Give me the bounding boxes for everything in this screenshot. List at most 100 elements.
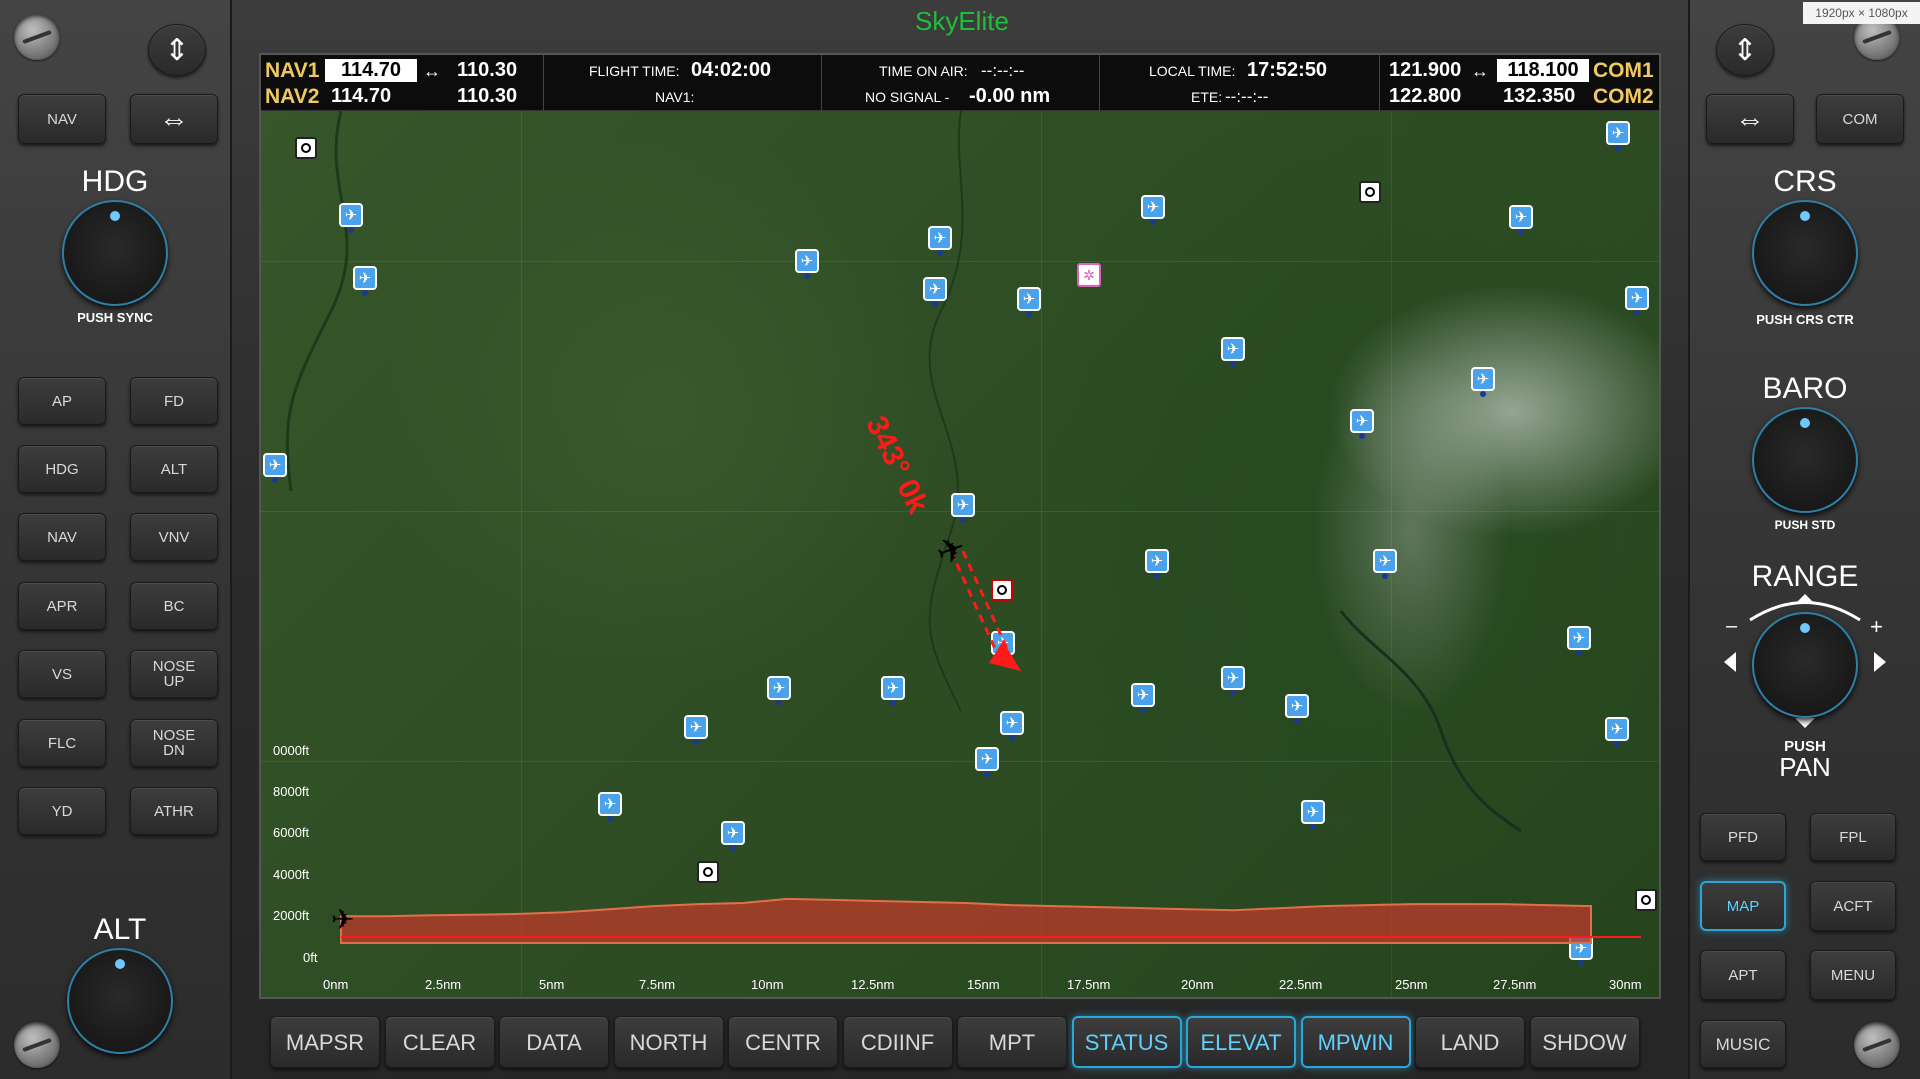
softkey-status-button[interactable]: STATUS xyxy=(1071,1016,1182,1068)
elev-x-label: 0nm xyxy=(323,977,349,992)
airport-icon[interactable]: ✈ xyxy=(1221,337,1245,367)
mfd-screen: NAV1 114.70 ↔ 110.30 NAV2 114.70 110.30 … xyxy=(259,53,1661,999)
softkey-land-button[interactable]: LAND xyxy=(1415,1016,1525,1068)
map-button[interactable]: MAP xyxy=(1700,881,1786,931)
airport-icon[interactable]: ✈ xyxy=(923,277,947,307)
bc-button[interactable]: BC xyxy=(130,582,218,630)
elev-y-label: 4000ft xyxy=(273,867,310,882)
moving-map[interactable]: ✈ ✈ ✈ ✈ ✈ ✈ ✈ ✈ ✈ ✈ ✈ ✈ ✈ ✈ ✈ ✈ ✈ ✈ ✈ ✈ … xyxy=(261,111,1659,997)
softkey-clear-button[interactable]: CLEAR xyxy=(384,1016,495,1068)
airport-icon[interactable]: ✈ xyxy=(881,676,905,706)
airport-icon[interactable]: ✈ xyxy=(1221,666,1245,696)
pfd-button[interactable]: PFD xyxy=(1700,813,1786,861)
yd-button[interactable]: YD xyxy=(18,787,106,835)
com-swap-button[interactable]: ⇔ xyxy=(1706,94,1794,144)
com-vertical-swap-button[interactable]: ⇕ xyxy=(1716,24,1774,76)
softkey-data-button[interactable]: DATA xyxy=(499,1016,609,1068)
com1-active-freq[interactable]: 118.100 xyxy=(1497,59,1589,82)
range-title: RANGE xyxy=(1751,560,1859,593)
airport-icon[interactable]: ✈ xyxy=(1350,409,1374,439)
athr-button[interactable]: ATHR xyxy=(130,787,218,835)
elev-x-label: 7.5nm xyxy=(639,977,676,992)
nav2-standby-freq[interactable]: 110.30 xyxy=(457,85,517,108)
vnv-button[interactable]: VNV xyxy=(130,513,218,561)
baro-push-label: PUSH STD xyxy=(1774,518,1836,532)
airport-icon[interactable]: ✈ xyxy=(263,453,287,483)
softkey-label: MPT xyxy=(988,1029,1036,1055)
hdg-knob[interactable] xyxy=(62,200,168,306)
crs-knob[interactable] xyxy=(1752,200,1858,306)
airport-icon[interactable]: ✈ xyxy=(1471,367,1495,397)
airport-icon[interactable]: ✈ xyxy=(795,249,819,279)
fpl-button[interactable]: FPL xyxy=(1810,813,1896,861)
fd-button[interactable]: FD xyxy=(130,377,218,425)
elev-x-label: 2.5nm xyxy=(425,977,462,992)
nav2-active-freq[interactable]: 114.70 xyxy=(331,85,391,108)
flc-button[interactable]: FLC xyxy=(18,719,106,767)
airport-icon[interactable]: ✈ xyxy=(1509,205,1533,235)
elev-y-label: 0ft xyxy=(303,950,318,965)
softkey-north-button[interactable]: NORTH xyxy=(613,1016,724,1068)
softkey-label: MAPSR xyxy=(285,1029,365,1055)
nav-button[interactable]: NAV xyxy=(18,94,106,144)
menu-button[interactable]: MENU xyxy=(1810,950,1896,1000)
ndb-icon[interactable]: ✲ xyxy=(1077,263,1101,287)
airport-icon[interactable]: ✈ xyxy=(1017,287,1041,317)
crs-push-label: PUSH CRS CTR xyxy=(1756,312,1854,327)
ap-button[interactable]: AP xyxy=(18,377,106,425)
com1-label: COM1 xyxy=(1593,59,1654,82)
airport-icon[interactable]: ✈ xyxy=(1145,549,1169,579)
alt-knob[interactable] xyxy=(67,948,173,1054)
music-button[interactable]: MUSIC xyxy=(1700,1020,1786,1068)
com-button[interactable]: COM xyxy=(1816,94,1904,144)
vor-icon[interactable] xyxy=(295,137,317,159)
softkey-cdiinf-button[interactable]: CDIINF xyxy=(842,1016,953,1068)
alt-button[interactable]: ALT xyxy=(130,445,218,493)
softkey-mapsr-button[interactable]: MAPSR xyxy=(270,1016,380,1068)
apt-button[interactable]: APT xyxy=(1700,950,1786,1000)
elev-x-label: 20nm xyxy=(1181,977,1214,992)
hdg-button[interactable]: HDG xyxy=(18,445,106,493)
airport-icon[interactable]: ✈ xyxy=(928,226,952,256)
nav-swap-button[interactable]: ⇔ xyxy=(130,94,218,144)
elevation-profile: ✈ xyxy=(331,897,1641,944)
nav1-active-freq[interactable]: 114.70 xyxy=(325,59,417,82)
softkey-elevat-button[interactable]: ELEVAT xyxy=(1186,1016,1296,1068)
vor-icon[interactable] xyxy=(1359,181,1381,203)
range-knob[interactable] xyxy=(1752,612,1858,718)
ap-nav-button[interactable]: NAV xyxy=(18,513,106,561)
airport-icon[interactable]: ✈ xyxy=(951,493,975,523)
apr-button[interactable]: APR xyxy=(18,582,106,630)
com2-standby-freq[interactable]: 122.800 xyxy=(1389,85,1461,108)
airport-icon[interactable]: ✈ xyxy=(339,203,363,233)
nose-up-button[interactable]: NOSE UP xyxy=(130,650,218,698)
softkey-shdow-button[interactable]: SHDOW xyxy=(1529,1016,1640,1068)
airport-icon[interactable]: ✈ xyxy=(1373,549,1397,579)
airport-icon[interactable]: ✈ xyxy=(767,676,791,706)
vertical-swap-button[interactable]: ⇕ xyxy=(148,24,206,76)
nav2-label: NAV2 xyxy=(265,85,320,108)
airport-icon[interactable]: ✈ xyxy=(1625,286,1649,316)
nav1-swap-icon[interactable]: ↔ xyxy=(423,61,441,82)
softkey-mpwin-button[interactable]: MPWIN xyxy=(1300,1016,1411,1068)
com2-active-freq[interactable]: 132.350 xyxy=(1503,85,1575,108)
left-right-arrows-icon: ⇔ xyxy=(159,102,189,136)
acft-button[interactable]: ACFT xyxy=(1810,881,1896,931)
hdg-title: HDG xyxy=(81,165,149,198)
nav1-label: NAV1 xyxy=(265,59,320,82)
airport-icon[interactable]: ✈ xyxy=(1131,683,1155,713)
airport-icon[interactable]: ✈ xyxy=(1567,626,1591,656)
brand-logo: SkyElite xyxy=(915,6,1009,36)
airport-icon[interactable]: ✈ xyxy=(353,266,377,296)
airport-icon[interactable]: ✈ xyxy=(1141,195,1165,225)
baro-knob[interactable] xyxy=(1752,407,1858,513)
elev-x-label: 17.5nm xyxy=(1067,977,1111,992)
nav1-standby-freq[interactable]: 110.30 xyxy=(457,59,517,82)
softkey-mpt-button[interactable]: MPT xyxy=(957,1016,1067,1068)
vs-button[interactable]: VS xyxy=(18,650,106,698)
com1-standby-freq[interactable]: 121.900 xyxy=(1389,59,1461,82)
airport-icon[interactable]: ✈ xyxy=(1606,121,1630,151)
softkey-centr-button[interactable]: CENTR xyxy=(728,1016,838,1068)
nose-dn-button[interactable]: NOSE DN xyxy=(130,719,218,767)
com1-swap-icon[interactable]: ↔ xyxy=(1471,61,1489,82)
